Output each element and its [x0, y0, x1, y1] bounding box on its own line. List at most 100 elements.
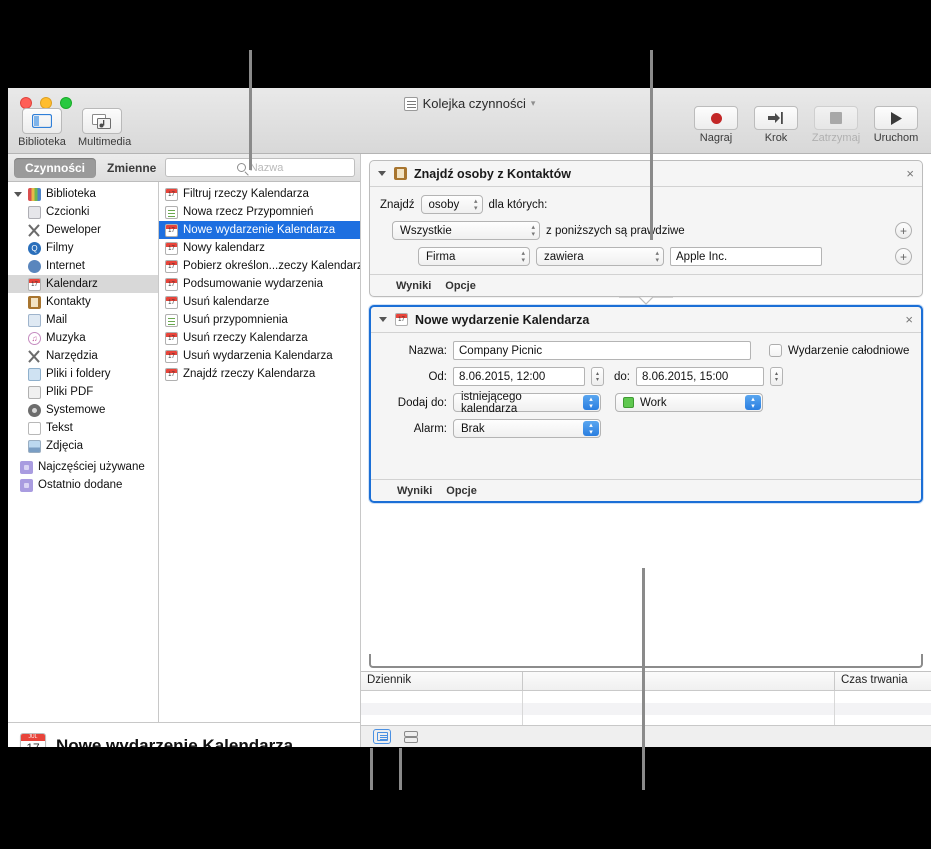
- workflow-action-nowe-wydarzenie[interactable]: Nowe wydarzenie Kalendarza × Nazwa: Comp…: [369, 305, 923, 503]
- options-tab[interactable]: Opcje: [446, 485, 477, 497]
- action-description-panel: Nowe wydarzenie Kalendarza Ta czynność t…: [8, 722, 361, 747]
- action-header: Znajdź osoby z Kontaktów ×: [370, 161, 922, 187]
- add-criteria-button[interactable]: +: [895, 248, 912, 265]
- disclosure-triangle-icon[interactable]: [378, 171, 386, 176]
- category-row-filmy[interactable]: Filmy: [8, 239, 158, 257]
- run-button-zatrzymaj[interactable]: Zatrzymaj: [809, 106, 863, 144]
- category-row-najczesciej-uzywane[interactable]: Najczęściej używane: [8, 458, 158, 476]
- category-row-pliki-pdf[interactable]: Pliki PDF: [8, 383, 158, 401]
- find-type-popup[interactable]: osoby ▴ ▾: [420, 195, 483, 214]
- from-date-input[interactable]: 8.06.2015, 12:00: [453, 367, 585, 386]
- category-row-kalendarz[interactable]: Kalendarz: [8, 275, 158, 293]
- chevron-down-icon[interactable]: ▾: [531, 98, 536, 109]
- log-column-blank[interactable]: [523, 672, 835, 690]
- action-row[interactable]: Usuń kalendarze: [159, 293, 361, 311]
- match-mode-popup[interactable]: Wszystkie ▴ ▾: [392, 221, 540, 240]
- toolbar-button-multimedia[interactable]: Multimedia: [78, 108, 131, 148]
- category-row-tekst[interactable]: Tekst: [8, 419, 158, 437]
- log-column-czas-trwania[interactable]: Czas trwania: [835, 672, 931, 690]
- close-icon[interactable]: ×: [906, 166, 914, 181]
- log-split-view-button[interactable]: [401, 729, 419, 744]
- category-label: Filmy: [46, 242, 74, 254]
- action-row[interactable]: Usuń rzeczy Kalendarza: [159, 329, 361, 347]
- category-list[interactable]: Biblioteka Czcionki Deweloper Filmy: [8, 182, 159, 722]
- category-row-mail[interactable]: Mail: [8, 311, 158, 329]
- category-row-kontakty[interactable]: Kontakty: [8, 293, 158, 311]
- calendar-icon: [165, 331, 178, 345]
- category-row-ostatnio-dodane[interactable]: Ostatnio dodane: [8, 476, 158, 494]
- log-cell: [361, 703, 523, 715]
- category-row-zdjecia[interactable]: Zdjęcia: [8, 437, 158, 455]
- library-icon: [28, 187, 41, 201]
- event-dates-row: Od: 8.06.2015, 12:00 ▴ ▾ do: 8.06.2015, 1…: [381, 367, 911, 386]
- action-row[interactable]: Usuń wydarzenia Kalendarza: [159, 347, 361, 365]
- run-button-krok[interactable]: Krok: [749, 106, 803, 144]
- results-tab[interactable]: Wyniki: [396, 280, 431, 292]
- add-to-label: Dodaj do:: [397, 396, 447, 409]
- category-row-czcionki[interactable]: Czcionki: [8, 203, 158, 221]
- category-row-muzyka[interactable]: Muzyka: [8, 329, 158, 347]
- event-name-input[interactable]: Company Picnic: [453, 341, 751, 360]
- category-row-biblioteka[interactable]: Biblioteka: [8, 185, 158, 203]
- add-to-value: istniejącego kalendarza: [461, 390, 522, 415]
- results-tab[interactable]: Wyniki: [397, 485, 432, 497]
- add-criteria-group-button[interactable]: +: [895, 222, 912, 239]
- calendar-color-swatch: [623, 397, 634, 408]
- add-to-popup[interactable]: istniejącego kalendarza ▴ ▾: [453, 390, 601, 415]
- action-label: Znajdź rzeczy Kalendarza: [183, 368, 316, 380]
- log-column-dziennik[interactable]: Dziennik: [361, 672, 523, 690]
- action-row[interactable]: Nowa rzecz Przypomnień: [159, 203, 361, 221]
- action-title: Znajdź osoby z Kontaktów: [414, 166, 571, 181]
- criteria-value-input[interactable]: Apple Inc.: [670, 247, 822, 266]
- log-list-view-button[interactable]: [373, 729, 391, 744]
- from-date-stepper[interactable]: ▴ ▾: [591, 367, 604, 386]
- to-date-stepper[interactable]: ▴ ▾: [770, 367, 783, 386]
- category-row-internet[interactable]: Internet: [8, 257, 158, 275]
- disclosure-triangle-icon[interactable]: [379, 317, 387, 322]
- calendar-select-popup[interactable]: Work ▴ ▾: [615, 393, 763, 412]
- action-row[interactable]: Usuń przypomnienia: [159, 311, 361, 329]
- action-list[interactable]: Filtruj rzeczy Kalendarza Nowa rzecz Prz…: [159, 182, 361, 722]
- category-row-pliki-i-foldery[interactable]: Pliki i foldery: [8, 365, 158, 383]
- action-row[interactable]: Filtruj rzeczy Kalendarza: [159, 185, 361, 203]
- workflow-log-divider[interactable]: [369, 654, 923, 668]
- criteria-field-popup[interactable]: Firma ▴ ▾: [418, 247, 530, 266]
- callout-line-bottom-right: [642, 568, 645, 790]
- calendar-icon: [165, 259, 178, 273]
- to-date-input[interactable]: 8.06.2015, 15:00: [636, 367, 764, 386]
- options-tab[interactable]: Opcje: [445, 280, 476, 292]
- action-row[interactable]: Znajdź rzeczy Kalendarza: [159, 365, 361, 383]
- action-connector: [369, 296, 923, 305]
- action-label: Podsumowanie wydarzenia: [183, 278, 323, 290]
- criteria-operator-popup[interactable]: zawiera ▴ ▾: [536, 247, 664, 266]
- workflow-action-znajdz-osoby[interactable]: Znajdź osoby z Kontaktów × Znajdź osoby …: [369, 160, 923, 297]
- tab-zmienne[interactable]: Zmienne: [96, 158, 167, 178]
- workflow-canvas[interactable]: Znajdź osoby z Kontaktów × Znajdź osoby …: [361, 154, 931, 654]
- log-panel: Dziennik Czas trwania: [361, 671, 931, 747]
- search-input[interactable]: Nazwa: [165, 158, 355, 177]
- category-row-narzedzia[interactable]: Narzędzia: [8, 347, 158, 365]
- run-button-nagraj[interactable]: Nagraj: [689, 106, 743, 144]
- action-row[interactable]: Nowy kalendarz: [159, 239, 361, 257]
- close-icon[interactable]: ×: [905, 312, 913, 327]
- run-button-zatrzymaj-label: Zatrzymaj: [811, 132, 861, 144]
- fonts-icon: [28, 205, 41, 219]
- tab-czynnosci[interactable]: Czynności: [14, 157, 97, 178]
- toolbar-button-biblioteka[interactable]: Biblioteka: [18, 108, 66, 148]
- action-row[interactable]: Pobierz określon...zeczy Kalendarza: [159, 257, 361, 275]
- category-row-deweloper[interactable]: Deweloper: [8, 221, 158, 239]
- calendar-icon: [165, 187, 178, 201]
- action-body: Nazwa: Company Picnic Wydarzenie całodni…: [371, 333, 921, 479]
- action-row[interactable]: Podsumowanie wydarzenia: [159, 275, 361, 293]
- alarm-popup[interactable]: Brak ▴ ▾: [453, 419, 601, 438]
- calendar-select-value: Work: [640, 396, 667, 409]
- run-button-uruchom[interactable]: Uruchom: [869, 106, 923, 144]
- log-row[interactable]: [361, 703, 931, 715]
- log-cell: [361, 691, 523, 703]
- disclosure-triangle-icon[interactable]: [14, 191, 22, 197]
- action-row-selected[interactable]: Nowe wydarzenie Kalendarza: [159, 221, 361, 239]
- all-day-checkbox[interactable]: [769, 344, 782, 357]
- log-row[interactable]: [361, 691, 931, 703]
- developer-icon: [28, 224, 41, 237]
- category-row-systemowe[interactable]: Systemowe: [8, 401, 158, 419]
